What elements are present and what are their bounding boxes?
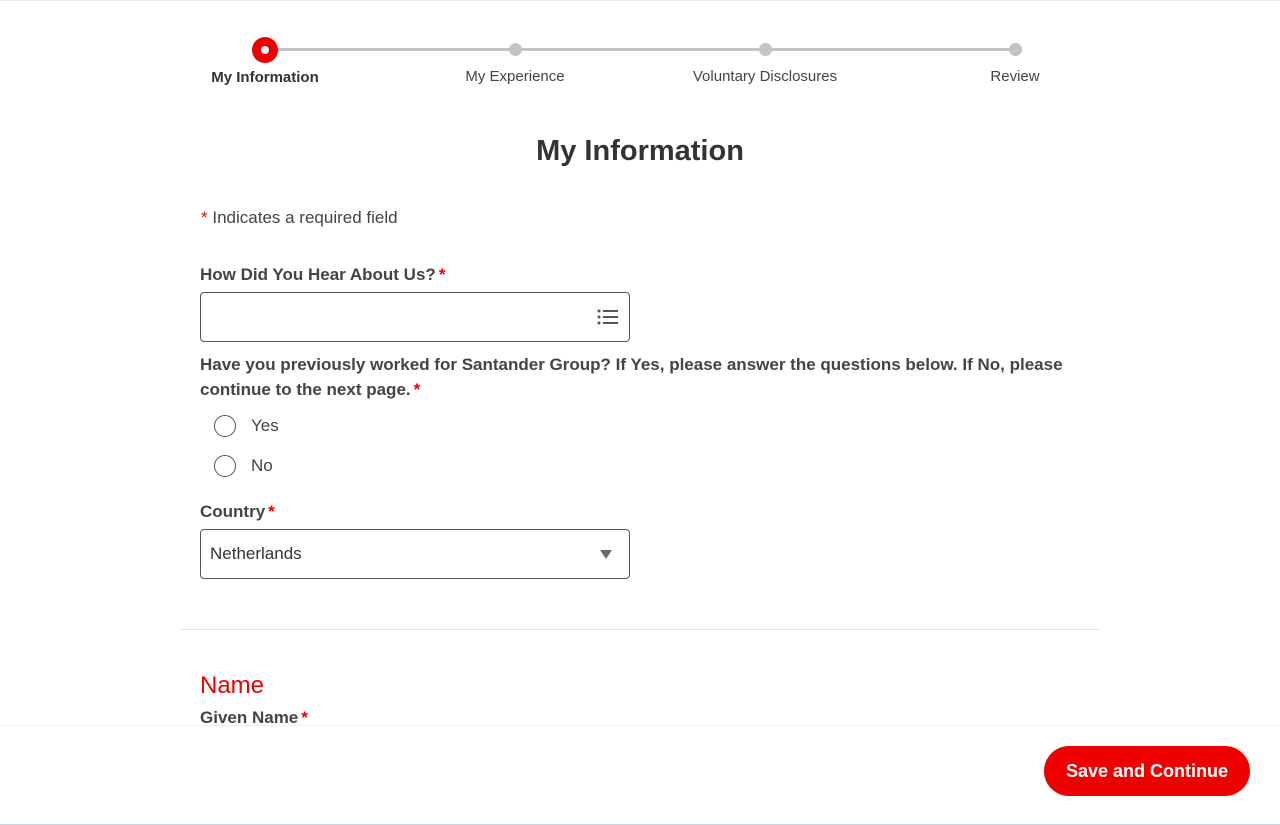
- radio-button-yes[interactable]: [214, 415, 236, 437]
- previous-work-question-text: Have you previously worked for Santander…: [200, 355, 1063, 399]
- save-and-continue-button[interactable]: Save and Continue: [1043, 746, 1250, 796]
- step-voluntary-disclosures: Voluntary Disclosures: [640, 35, 890, 85]
- required-field-note: * Indicates a required field: [201, 208, 398, 228]
- radio-label-yes: Yes: [251, 416, 279, 435]
- previous-work-question: Have you previously worked for Santander…: [200, 352, 1080, 402]
- radio-button-no[interactable]: [214, 455, 236, 477]
- step-label: Voluntary Disclosures: [692, 68, 838, 85]
- required-note-text: Indicates a required field: [212, 208, 398, 227]
- radio-option-yes[interactable]: Yes: [214, 413, 279, 439]
- hear-about-field[interactable]: [200, 292, 630, 342]
- step-label: Review: [990, 68, 1040, 85]
- step-review: Review: [890, 35, 1140, 85]
- step-my-information: My Information: [140, 35, 390, 86]
- required-asterisk: *: [268, 502, 275, 521]
- chevron-down-icon[interactable]: [600, 550, 612, 559]
- hear-about-label-text: How Did You Hear About Us?: [200, 265, 436, 284]
- hear-about-input[interactable]: [210, 293, 584, 341]
- page-title: My Information: [536, 135, 744, 167]
- country-select[interactable]: Netherlands: [200, 529, 630, 579]
- country-label-text: Country: [200, 502, 266, 521]
- radio-label-no: No: [251, 456, 273, 475]
- name-section-title: Name: [200, 672, 265, 699]
- step-dot-icon: [1008, 43, 1022, 56]
- step-dot-icon: [508, 43, 522, 56]
- progress-stepper: My Information My Experience Voluntary D…: [140, 35, 1140, 105]
- required-asterisk: *: [438, 265, 446, 284]
- radio-option-no[interactable]: No: [214, 453, 273, 479]
- application-page: My Information My Experience Voluntary D…: [0, 0, 1280, 825]
- list-icon[interactable]: [597, 308, 619, 326]
- step-my-experience: My Experience: [390, 35, 640, 85]
- section-divider: [180, 629, 1100, 630]
- country-select-value: Netherlands: [210, 544, 302, 563]
- step-current-icon: [252, 37, 278, 63]
- step-dot-icon: [758, 43, 772, 56]
- step-label: My Experience: [465, 68, 565, 85]
- country-label: Country *: [200, 499, 275, 524]
- required-asterisk: *: [201, 208, 208, 227]
- step-label: My Information: [211, 69, 319, 86]
- required-asterisk: *: [413, 380, 421, 399]
- footer-bar: Save and Continue: [0, 725, 1280, 825]
- hear-about-label: How Did You Hear About Us? *: [200, 262, 445, 287]
